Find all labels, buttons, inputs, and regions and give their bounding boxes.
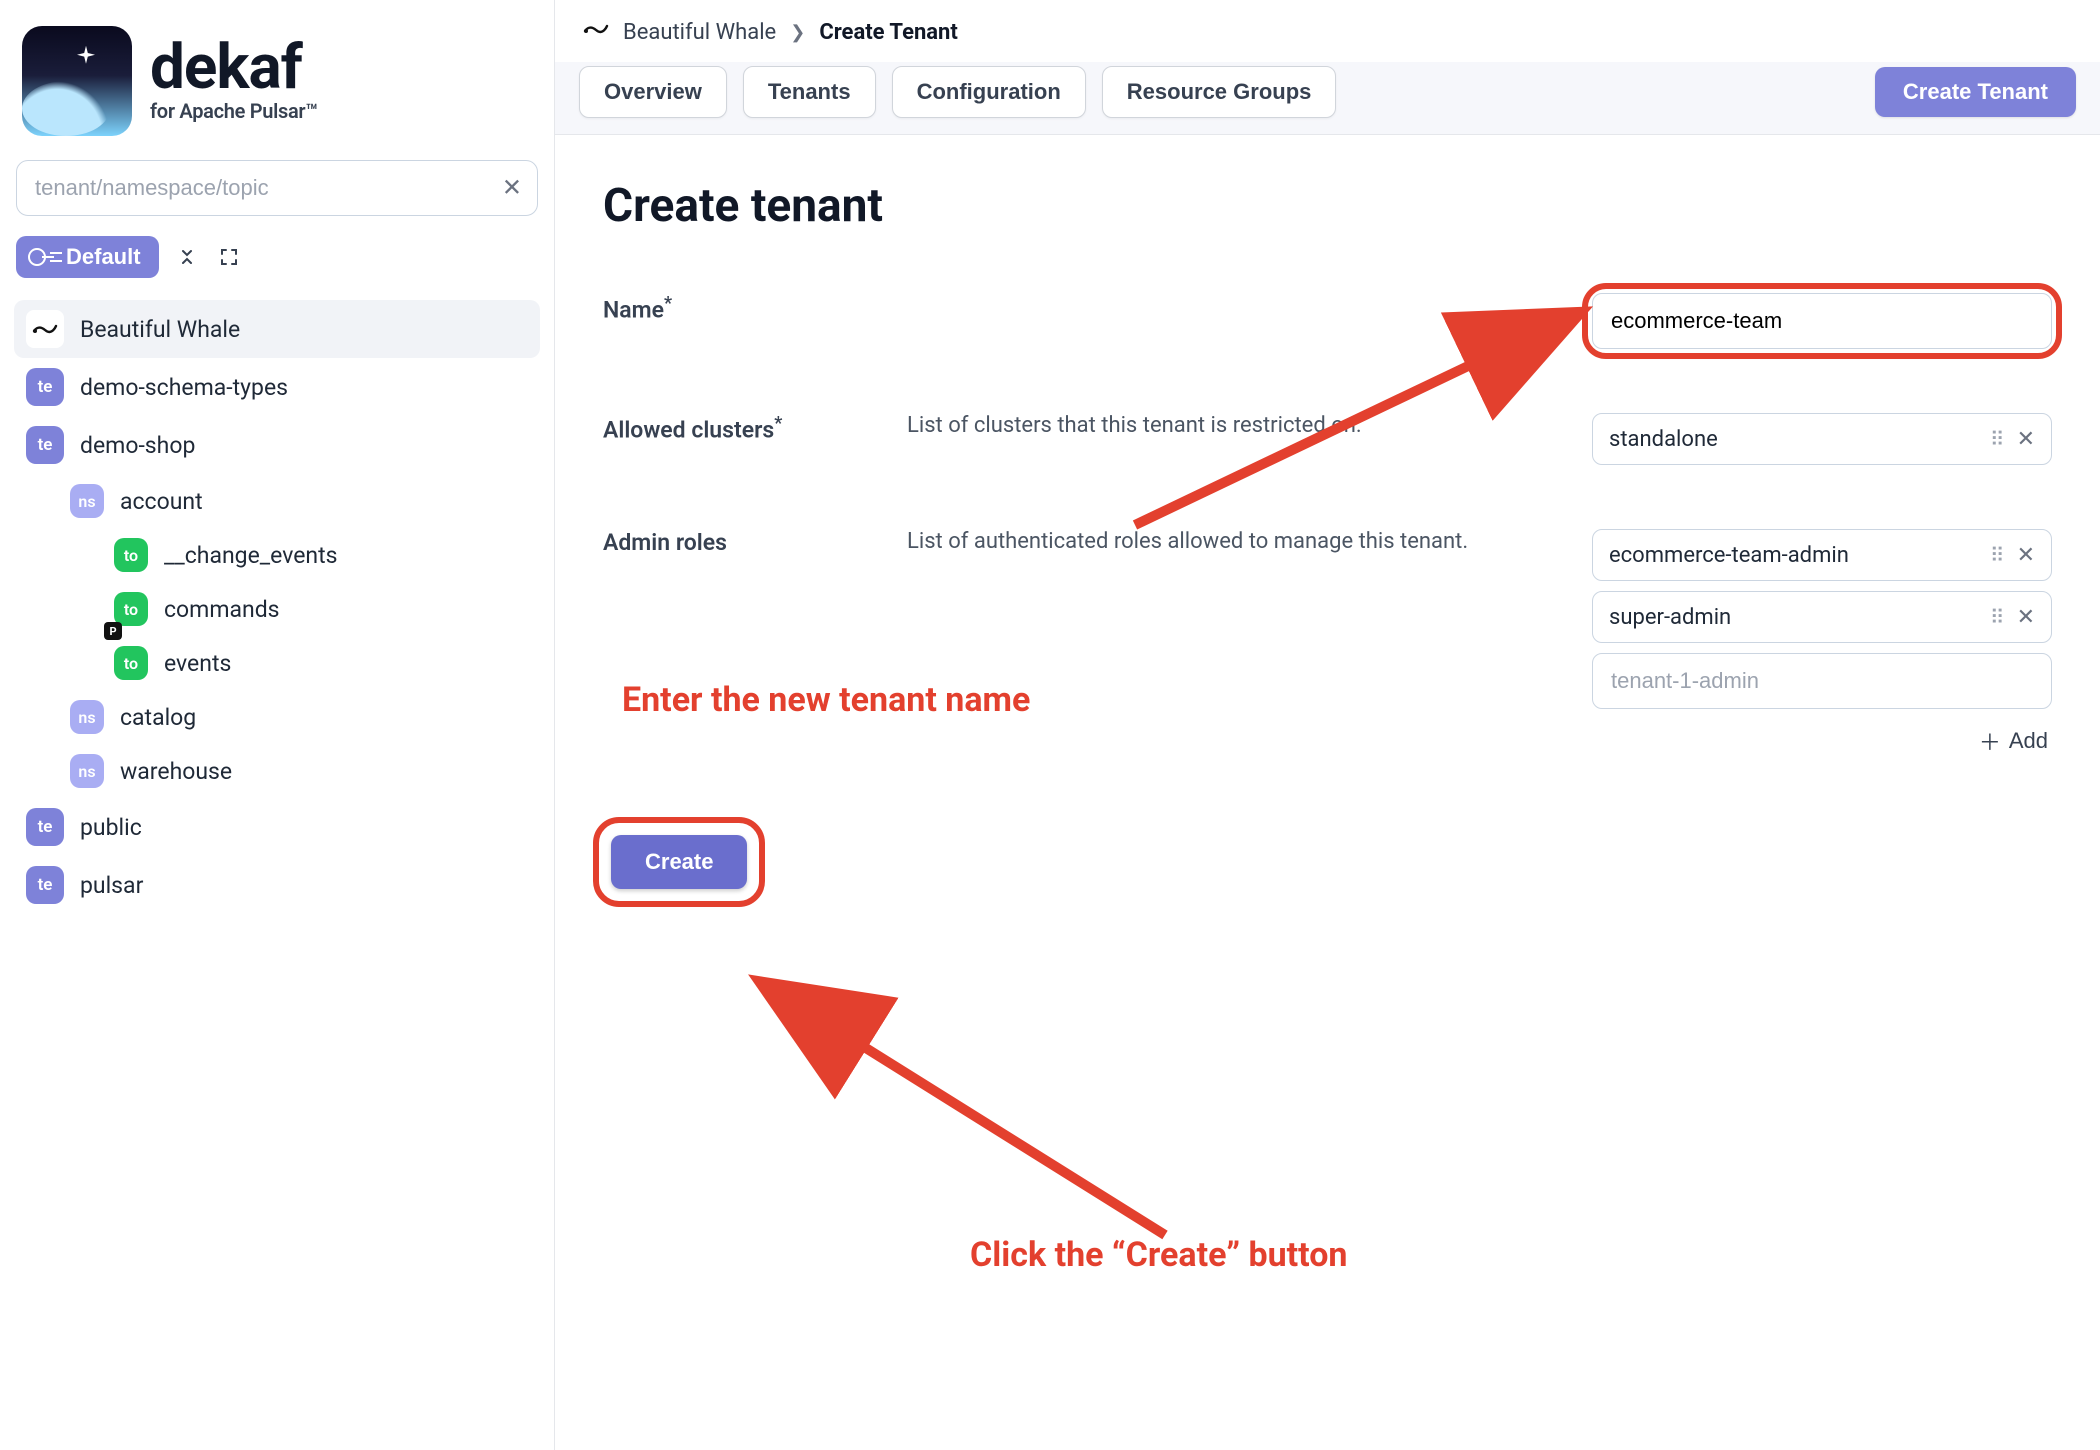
arrow-to-create-button [745, 965, 1185, 1255]
node-label: pulsar [80, 872, 143, 899]
node-label: warehouse [120, 758, 232, 785]
topic-item-events[interactable]: P to events [14, 636, 540, 690]
tenant-badge-icon: te [26, 426, 64, 464]
topic-badge-icon: to [114, 592, 148, 626]
chevron-right-icon: ❯ [790, 22, 805, 43]
node-label: commands [164, 596, 280, 623]
node-label: public [80, 814, 142, 841]
tab-resource-groups[interactable]: Resource Groups [1102, 66, 1337, 118]
role-chip-label: ecommerce-team-admin [1609, 543, 1976, 568]
drag-handle-icon[interactable]: ⠿ [1990, 427, 2003, 451]
topic-item-change-events[interactable]: to __change_events [14, 528, 540, 582]
cluster-icon [26, 310, 64, 348]
tenant-item-pulsar[interactable]: te pulsar [14, 856, 540, 914]
remove-cluster-icon[interactable]: ✕ [2017, 426, 2035, 452]
admin-roles-label: Admin roles [603, 529, 883, 556]
cluster-chip[interactable]: standalone ⠿ ✕ [1592, 413, 2052, 465]
breadcrumb: Beautiful Whale ❯ Create Tenant [555, 0, 2100, 62]
allowed-clusters-label: Allowed clusters [603, 413, 883, 444]
node-label: events [164, 650, 231, 677]
cluster-icon [583, 16, 609, 48]
tenant-item-demo-shop[interactable]: te demo-shop [14, 416, 540, 474]
tenant-badge-icon: te [26, 368, 64, 406]
clear-search-icon[interactable]: ✕ [502, 174, 522, 203]
drag-handle-icon[interactable]: ⠿ [1990, 605, 2003, 629]
namespace-item-warehouse[interactable]: ns warehouse [14, 744, 540, 798]
tenant-badge-icon: te [26, 808, 64, 846]
collapse-icon[interactable] [173, 243, 201, 271]
topic-badge-icon: to [114, 538, 148, 572]
logo-block: dekaf for Apache Pulsar™ [14, 20, 540, 156]
toolbar: Overview Tenants Configuration Resource … [555, 62, 2100, 135]
role-chip[interactable]: ecommerce-team-admin ⠿ ✕ [1592, 529, 2052, 581]
page-title: Create tenant [603, 179, 2052, 233]
auth-profile-label: Default [66, 244, 141, 270]
topic-badge-icon: to [114, 646, 148, 680]
tenant-name-input[interactable] [1592, 293, 2052, 349]
nav-tree: Beautiful Whale te demo-schema-types te … [14, 300, 540, 914]
annotation-name-hint: Enter the new tenant name [622, 680, 1030, 720]
drag-handle-icon[interactable]: ⠿ [1990, 543, 2003, 567]
remove-role-icon[interactable]: ✕ [2017, 604, 2035, 630]
tenant-item-public[interactable]: te public [14, 798, 540, 856]
search-input[interactable] [16, 160, 538, 216]
topic-item-commands[interactable]: to commands [14, 582, 540, 636]
tab-configuration[interactable]: Configuration [892, 66, 1086, 118]
cluster-label: Beautiful Whale [80, 316, 240, 343]
brand-subtitle: for Apache Pulsar™ [150, 99, 318, 123]
add-role-label: Add [2009, 728, 2048, 754]
breadcrumb-item[interactable]: Beautiful Whale [623, 20, 776, 45]
name-label: Name [603, 293, 883, 324]
tab-tenants[interactable]: Tenants [743, 66, 876, 118]
key-icon [28, 248, 56, 266]
namespace-badge-icon: ns [70, 700, 104, 734]
auth-profile-badge[interactable]: Default [16, 236, 159, 278]
role-chip-label: super-admin [1609, 605, 1976, 630]
breadcrumb-current: Create Tenant [819, 20, 958, 45]
cluster-item-beautiful-whale[interactable]: Beautiful Whale [14, 300, 540, 358]
namespace-item-account[interactable]: ns account [14, 474, 540, 528]
new-role-input[interactable] [1592, 653, 2052, 709]
create-tenant-button[interactable]: Create Tenant [1875, 67, 2076, 117]
namespace-item-catalog[interactable]: ns catalog [14, 690, 540, 744]
namespace-badge-icon: ns [70, 754, 104, 788]
focus-icon[interactable] [215, 243, 243, 271]
role-chip[interactable]: super-admin ⠿ ✕ [1592, 591, 2052, 643]
tenant-badge-icon: te [26, 866, 64, 904]
main: Beautiful Whale ❯ Create Tenant Overview… [555, 0, 2100, 1450]
add-role-button[interactable]: ＋ Add [1975, 719, 2052, 763]
annotation-submit-hint: Click the “Create” button [970, 1235, 1347, 1275]
plus-icon: ＋ [1979, 725, 2001, 757]
sidebar: dekaf for Apache Pulsar™ ✕ Default [0, 0, 555, 1450]
namespace-badge-icon: ns [70, 484, 104, 518]
node-label: demo-shop [80, 432, 195, 459]
submit-create-button[interactable]: Create [611, 835, 747, 889]
pin-icon: P [104, 622, 122, 640]
allowed-clusters-desc: List of clusters that this tenant is res… [907, 413, 1568, 438]
node-label: catalog [120, 704, 196, 731]
logo-mark [22, 26, 132, 136]
tenant-item-demo-schema-types[interactable]: te demo-schema-types [14, 358, 540, 416]
tab-overview[interactable]: Overview [579, 66, 727, 118]
remove-role-icon[interactable]: ✕ [2017, 542, 2035, 568]
node-label: __change_events [164, 542, 338, 569]
brand-name: dekaf [150, 39, 318, 98]
cluster-chip-label: standalone [1609, 427, 1976, 452]
node-label: account [120, 488, 203, 515]
admin-roles-desc: List of authenticated roles allowed to m… [907, 529, 1568, 554]
node-label: demo-schema-types [80, 374, 288, 401]
